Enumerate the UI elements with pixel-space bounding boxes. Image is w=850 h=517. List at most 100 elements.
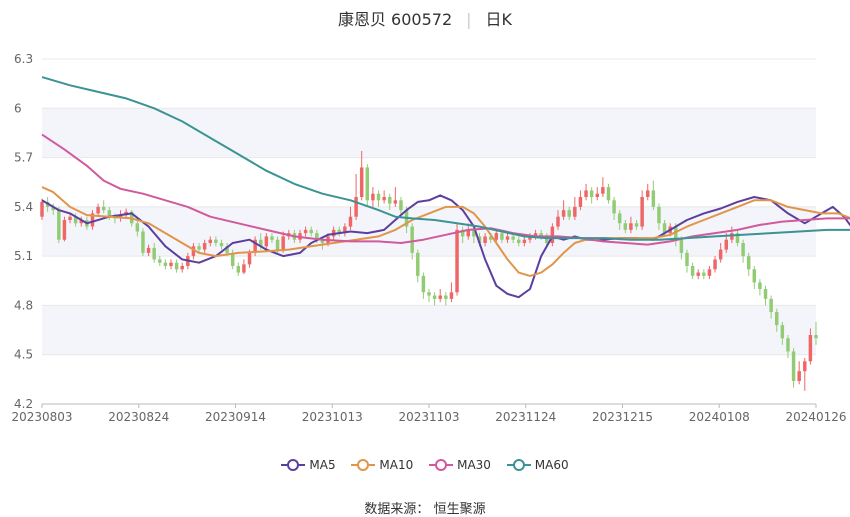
candle-body [494,233,499,240]
candle-body [247,252,252,265]
candle-body [651,190,656,207]
data-source: 数据来源： 恒生聚源 [0,498,850,517]
candle-body [449,292,454,299]
candle-body [264,236,269,247]
candle-body [814,335,818,339]
candle-body [718,249,723,260]
candle-body [775,312,779,326]
candle-body [163,262,168,266]
candle-body [573,206,577,217]
candle-body [646,190,650,197]
candle-body [696,272,700,276]
candle-body [786,338,790,352]
candle-body [584,190,588,197]
candle-body [158,259,162,263]
candle-body [623,223,628,230]
candle-body [399,200,403,211]
candle-body [371,193,375,201]
candle-body [803,361,807,372]
candle-body [702,272,706,276]
candle-body [219,243,224,247]
x-tick-label: 20240108 [689,410,750,424]
candle-body [797,371,801,381]
candle-body [438,295,442,299]
legend-label-ma60: MA60 [534,458,569,472]
candle-body [432,295,437,299]
chart-legend: MA5 MA10 MA30 MA60 [0,458,850,475]
candle-body [685,252,689,266]
legend-label-ma30: MA30 [457,458,491,472]
y-tick-label: 4.5 [14,348,33,362]
candle-body [769,298,773,312]
candle-body [556,216,560,227]
candle-body [416,252,420,276]
candle-body [567,210,571,217]
x-tick-label: 20230914 [205,410,266,424]
x-tick-label: 20231013 [302,410,363,424]
candle-body [376,193,381,201]
candle-body [410,226,414,253]
candle-body [270,236,274,240]
candle-body [752,269,757,283]
candle-body [763,289,768,299]
candle-body [634,223,639,227]
candle-body [236,266,241,273]
candle-body [657,206,661,224]
ma60-legend-icon [506,459,531,471]
y-tick-label: 4.2 [14,397,33,411]
candle-body [741,243,745,257]
x-tick-label: 20231103 [398,410,459,424]
candle-body [242,264,246,273]
candle-body [511,236,515,240]
candle-body [606,187,611,201]
candle-body [629,223,633,230]
candle-body [365,167,370,201]
candle-body [174,262,179,270]
candle-body [68,216,72,220]
legend-item-ma60[interactable]: MA60 [506,458,569,472]
candle-body [303,229,308,234]
candle-body [214,239,218,243]
legend-label-ma10: MA10 [379,458,414,472]
legend-item-ma5[interactable]: MA5 [281,458,336,472]
candle-body [359,167,364,197]
candle-body [152,247,156,260]
candle-body [483,236,487,243]
candle-body [354,197,358,217]
grid-band [42,305,816,355]
candle-body [791,351,796,381]
x-tick-label: 20231124 [495,410,556,424]
x-tick-label: 20231215 [592,410,653,424]
candle-body [679,239,684,253]
candle-body [589,190,594,197]
candle-body [595,193,599,197]
legend-item-ma30[interactable]: MA30 [429,458,491,472]
candle-body [707,269,712,276]
candle-body [578,197,583,207]
candle-body [388,197,392,204]
candle-body [724,239,728,250]
candle-body [309,229,313,234]
legend-label-ma5: MA5 [309,458,336,472]
candle-body [617,213,622,224]
legend-item-ma10[interactable]: MA10 [351,458,413,472]
candle-body [780,325,785,339]
candle-body [348,216,353,227]
ma5-legend-icon [281,459,306,471]
candle-body [57,210,61,240]
candle-body [421,275,426,293]
candle-body [746,256,751,270]
candle-body [281,236,285,250]
y-tick-label: 5.1 [14,249,33,263]
y-tick-label: 4.8 [14,298,33,312]
candle-body [522,239,527,243]
grid-band [42,108,816,158]
ma10-legend-icon [351,459,376,471]
y-tick-label: 6 [14,101,22,115]
candle-body [96,206,100,214]
y-tick-label: 6.3 [14,52,33,66]
candle-body [62,220,67,240]
candle-body [517,239,521,243]
candle-body [169,262,173,266]
candle-body [146,247,151,253]
